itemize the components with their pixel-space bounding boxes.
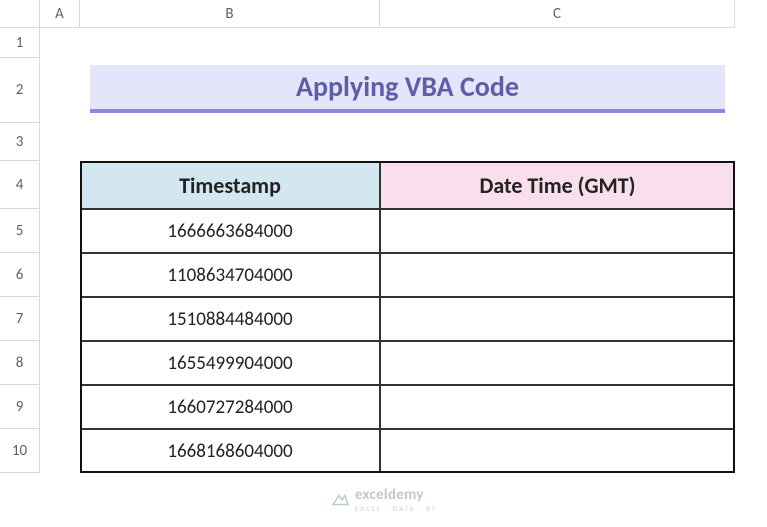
cell-b10[interactable]: 1668168604000 xyxy=(80,429,380,473)
col-header-b[interactable]: B xyxy=(80,0,380,28)
cell-b3[interactable] xyxy=(80,123,380,161)
cell-b8[interactable]: 1655499904000 xyxy=(80,341,380,385)
corner-cell[interactable] xyxy=(0,0,40,28)
row-header-1[interactable]: 1 xyxy=(0,28,40,58)
cell-b5[interactable]: 1666663684000 xyxy=(80,209,380,253)
watermark-tagline: EXCEL · DATA · BI xyxy=(355,504,436,513)
row-header-9[interactable]: 9 xyxy=(0,385,40,429)
cell-b6[interactable]: 1108634704000 xyxy=(80,253,380,297)
table-header-timestamp[interactable]: Timestamp xyxy=(80,161,380,209)
row-header-8[interactable]: 8 xyxy=(0,341,40,385)
cell-c7[interactable] xyxy=(380,297,735,341)
row-header-6[interactable]: 6 xyxy=(0,253,40,297)
cell-a10[interactable] xyxy=(40,429,80,473)
cell-b7[interactable]: 1510884484000 xyxy=(80,297,380,341)
cell-a1[interactable] xyxy=(40,28,80,58)
cell-c5[interactable] xyxy=(380,209,735,253)
cell-c3[interactable] xyxy=(380,123,735,161)
cell-a5[interactable] xyxy=(40,209,80,253)
cell-a8[interactable] xyxy=(40,341,80,385)
table-header-datetime[interactable]: Date Time (GMT) xyxy=(380,161,735,209)
cell-c10[interactable] xyxy=(380,429,735,473)
logo-icon xyxy=(331,492,349,508)
cell-c1[interactable] xyxy=(380,28,735,58)
cell-c9[interactable] xyxy=(380,385,735,429)
title-merged-cell[interactable]: Applying VBA Code xyxy=(80,58,735,123)
cell-b1[interactable] xyxy=(80,28,380,58)
cell-a4[interactable] xyxy=(40,161,80,209)
row-header-10[interactable]: 10 xyxy=(0,429,40,473)
row-header-4[interactable]: 4 xyxy=(0,161,40,209)
page-title: Applying VBA Code xyxy=(90,65,725,113)
cell-a2[interactable] xyxy=(40,58,80,123)
cell-c6[interactable] xyxy=(380,253,735,297)
spreadsheet-grid: A B C 1 2 Applying VBA Code 3 4 Timestam… xyxy=(0,0,767,473)
col-header-c[interactable]: C xyxy=(380,0,735,28)
cell-a9[interactable] xyxy=(40,385,80,429)
col-header-a[interactable]: A xyxy=(40,0,80,28)
watermark: exceldemy EXCEL · DATA · BI xyxy=(331,486,436,513)
row-header-3[interactable]: 3 xyxy=(0,123,40,161)
watermark-brand: exceldemy xyxy=(355,486,424,504)
row-header-2[interactable]: 2 xyxy=(0,58,40,123)
cell-a6[interactable] xyxy=(40,253,80,297)
cell-a7[interactable] xyxy=(40,297,80,341)
cell-c8[interactable] xyxy=(380,341,735,385)
cell-b9[interactable]: 1660727284000 xyxy=(80,385,380,429)
row-header-5[interactable]: 5 xyxy=(0,209,40,253)
cell-a3[interactable] xyxy=(40,123,80,161)
row-header-7[interactable]: 7 xyxy=(0,297,40,341)
